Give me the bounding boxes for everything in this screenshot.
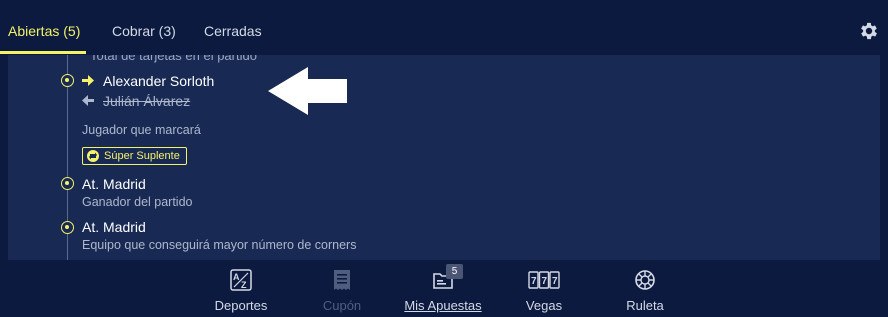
roulette-icon [635, 270, 655, 290]
previous-market-text: Total de tarjetas en el partido [90, 55, 257, 63]
gear-icon[interactable] [858, 20, 880, 42]
nav-ruleta[interactable]: Ruleta [600, 260, 690, 317]
tab-abiertas[interactable]: Abiertas (5) [8, 23, 80, 39]
timeline-dot [61, 177, 74, 190]
nav-label: Ruleta [626, 298, 664, 313]
arrow-right-icon [82, 75, 94, 86]
market-label: Equipo que conseguirá mayor número de co… [82, 238, 357, 252]
nav-deportes[interactable]: A Z Deportes [196, 260, 286, 317]
open-bets-panel: Total de tarjetas en el partido Alexande… [8, 55, 880, 260]
active-tab-indicator [0, 51, 86, 54]
az-icon: A Z [230, 269, 252, 291]
svg-text:7: 7 [531, 276, 537, 287]
nav-vegas[interactable]: 7 7 7 Vegas [499, 260, 589, 317]
pointer-arrow-icon [268, 67, 347, 115]
svg-text:Z: Z [241, 280, 247, 290]
slots-icon: 7 7 7 [528, 271, 560, 289]
timeline-dot [61, 221, 74, 234]
svg-text:7: 7 [542, 276, 548, 287]
receipt-icon [334, 270, 350, 290]
bet-status-tabs: Abiertas (5) Cobrar (3) Cerradas [0, 0, 888, 55]
arrow-left-icon [82, 95, 94, 106]
super-suplente-badge: Súper Suplente [82, 147, 187, 165]
nav-cupon[interactable]: Cupón [297, 260, 387, 317]
market-label: Ganador del partido [82, 195, 193, 209]
player-out-name: Julián Álvarez [103, 93, 191, 109]
tab-cerradas[interactable]: Cerradas [204, 23, 262, 39]
nav-label: Vegas [525, 298, 563, 313]
market-label: Jugador que marcará [82, 123, 201, 137]
bottom-navigation: A Z Deportes Cupón Mis Apuestas 5 7 7 7 [0, 260, 888, 317]
badge-label: Súper Suplente [104, 150, 180, 162]
selection-name: At. Madrid [82, 176, 146, 192]
tab-cobrar[interactable]: Cobrar (3) [112, 23, 176, 39]
swap-icon [87, 150, 99, 162]
svg-text:7: 7 [552, 276, 558, 287]
selection-name: At. Madrid [82, 219, 146, 235]
timeline-dot [61, 74, 74, 87]
nav-label: Deportes [214, 298, 268, 313]
svg-text:A: A [233, 272, 240, 282]
nav-mis-apuestas[interactable]: Mis Apuestas [398, 260, 488, 317]
open-bets-count-badge: 5 [446, 264, 463, 279]
nav-label: Cupón [322, 298, 362, 313]
player-in-name: Alexander Sorloth [103, 73, 215, 89]
nav-label: Mis Apuestas [404, 298, 482, 313]
